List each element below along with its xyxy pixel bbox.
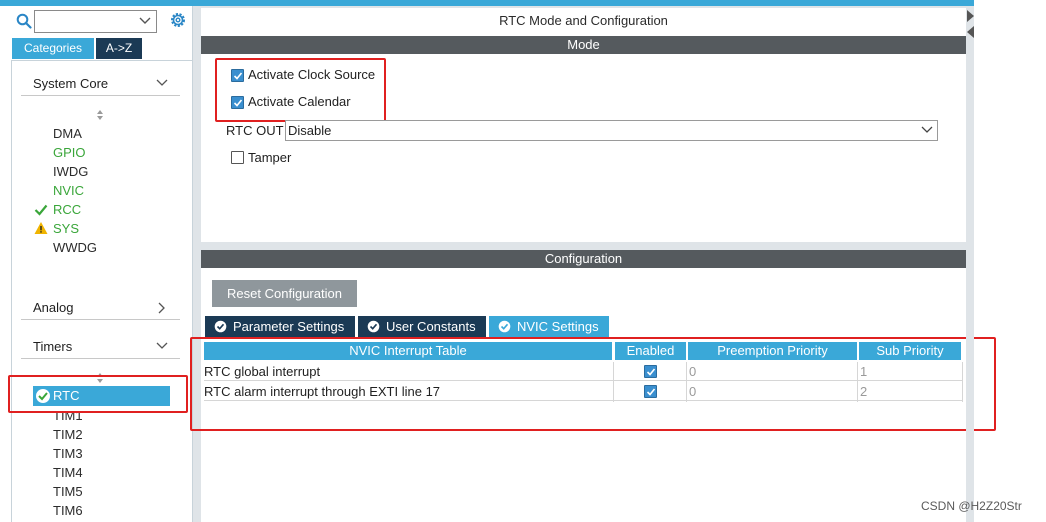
highlight-rtc-item [8, 375, 188, 413]
sort-arrows-icon[interactable] [95, 109, 105, 121]
reset-configuration-button[interactable]: Reset Configuration [212, 280, 357, 307]
list-item-nvic[interactable]: NVIC [53, 183, 84, 199]
list-item-gpio[interactable]: GPIO [53, 145, 86, 161]
tab-categories[interactable]: Categories [12, 38, 94, 59]
list-item-sys[interactable]: SYS [53, 221, 79, 237]
highlight-nvic-table [190, 337, 996, 431]
check-circle-icon [214, 320, 227, 333]
tab-user-constants[interactable]: User Constants [358, 316, 486, 337]
rtc-out-select[interactable]: Disable [285, 120, 938, 141]
check-circle-icon [498, 320, 511, 333]
list-item-tim3[interactable]: TIM3 [53, 446, 83, 462]
tab-label: User Constants [386, 319, 476, 334]
search-input-box[interactable] [34, 10, 157, 33]
chevron-down-icon[interactable] [138, 14, 152, 28]
search-input[interactable] [35, 11, 135, 32]
tamper-label: Tamper [248, 150, 292, 165]
check-icon [34, 204, 48, 216]
group-timers[interactable]: Timers [21, 337, 180, 359]
list-item-tim6[interactable]: TIM6 [53, 503, 83, 519]
splitter-bar[interactable] [966, 6, 974, 522]
list-item-wwdg[interactable]: WWDG [53, 240, 97, 256]
tab-label: NVIC Settings [517, 319, 599, 334]
list-item-tim2[interactable]: TIM2 [53, 427, 83, 443]
configuration-section-header: Configuration [201, 250, 966, 268]
group-label: Analog [33, 300, 74, 315]
collapse-left-icon[interactable] [967, 26, 974, 38]
check-circle-icon [367, 320, 380, 333]
group-label: Timers [33, 339, 73, 354]
page-title: RTC Mode and Configuration [201, 8, 966, 36]
tab-label: Parameter Settings [233, 319, 345, 334]
list-item-tim4[interactable]: TIM4 [53, 465, 83, 481]
list-item-dma[interactable]: DMA [53, 126, 82, 142]
group-label: System Core [33, 76, 109, 91]
chevron-down-icon [156, 342, 168, 349]
rtc-out-value: Disable [288, 123, 332, 138]
chevron-down-icon [156, 79, 168, 86]
list-item-iwdg[interactable]: IWDG [53, 164, 88, 180]
tamper-checkbox[interactable] [231, 151, 244, 164]
search-icon[interactable] [16, 13, 32, 29]
category-list [11, 60, 193, 522]
chevron-down-icon [921, 126, 933, 133]
tab-a-to-z[interactable]: A->Z [96, 38, 142, 59]
chevron-right-icon [158, 302, 165, 314]
mode-section-header: Mode [201, 36, 966, 54]
group-system-core[interactable]: System Core [21, 74, 180, 96]
rtc-out-label: RTC OUT [226, 123, 284, 138]
left-panel: Categories A->Z System Core DMA GPIO IWD… [0, 6, 193, 522]
group-analog[interactable]: Analog [21, 298, 180, 320]
tab-nvic-settings[interactable]: NVIC Settings [489, 316, 609, 337]
tab-parameter-settings[interactable]: Parameter Settings [205, 316, 355, 337]
warning-icon [34, 222, 48, 234]
gear-icon[interactable] [168, 10, 188, 30]
list-item-rcc[interactable]: RCC [53, 202, 81, 218]
collapse-right-icon[interactable] [967, 10, 974, 22]
watermark: CSDN @H2Z20Str [921, 499, 1022, 513]
highlight-mode-checkboxes [215, 58, 386, 122]
list-item-tim5[interactable]: TIM5 [53, 484, 83, 500]
